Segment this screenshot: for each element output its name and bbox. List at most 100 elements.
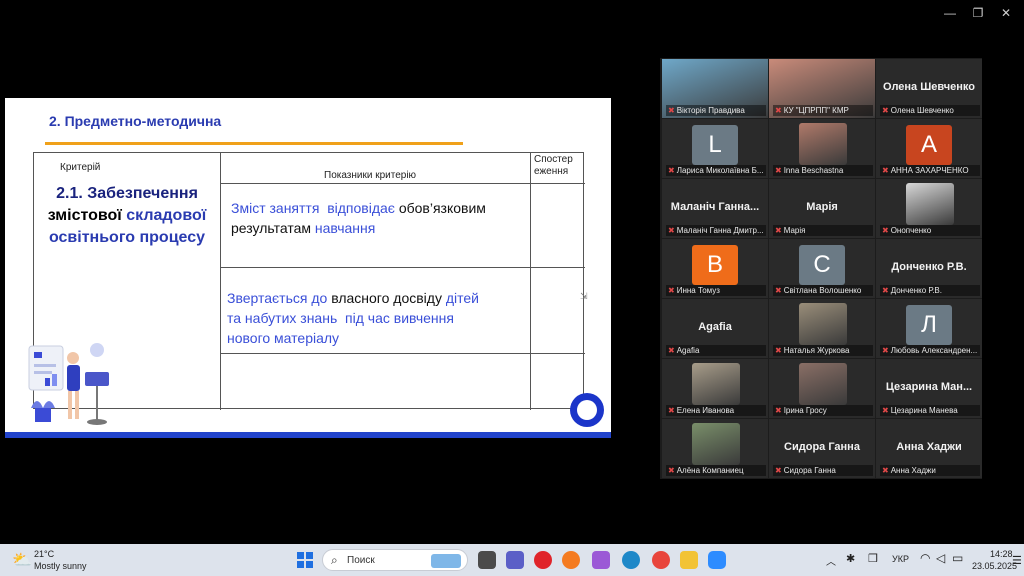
participant-tile[interactable]: Agafia ✖ Agafia	[662, 299, 768, 358]
muted-mic-icon: ✖	[668, 406, 675, 415]
participant-name: Світлана Волошенко	[783, 286, 862, 295]
participant-display-name: Донченко Р.В.	[891, 261, 967, 273]
participant-avatar: C	[799, 245, 845, 285]
participant-tile[interactable]: B ✖ Инна Томуз	[662, 239, 768, 298]
participant-name-label: ✖ Инна Томуз	[666, 285, 766, 296]
screen: — ❐ ✕ 2. Предметно-методична Критерій По…	[0, 0, 1024, 576]
participant-tile[interactable]: A ✖ АННА ЗАХАРЧЕНКО	[876, 119, 982, 178]
criterion-line2b: складової	[126, 207, 207, 224]
table-divider	[221, 353, 585, 354]
start-button[interactable]	[296, 551, 314, 569]
indicator-1: Зміст заняття відповідає обов’язковим ре…	[231, 198, 523, 238]
muted-mic-icon: ✖	[775, 286, 782, 295]
taskbar: ⛅ 21°C Mostly sunny ⌕ Поиск ︿ ✱ ❒ УКР ◠ …	[0, 544, 1024, 576]
minimize-button[interactable]: —	[940, 6, 960, 20]
search-highlight-icon	[431, 554, 461, 568]
edge-icon[interactable]	[622, 551, 640, 569]
participant-tile[interactable]: C ✖ Світлана Волошенко	[769, 239, 875, 298]
participant-name-label: ✖ Алёна Компаниец	[666, 465, 766, 476]
participant-tile[interactable]: ✖ Елена Иванова	[662, 359, 768, 418]
table-divider	[220, 153, 221, 410]
participant-name: Agafia	[676, 346, 700, 355]
clock-time[interactable]: 14:28	[990, 549, 1013, 559]
participant-tile[interactable]: ✖ КУ "ЦПРПП" КМР	[769, 59, 875, 118]
task-view-icon[interactable]	[478, 551, 496, 569]
participant-tile[interactable]: Маланіч Ганна... ✖ Маланіч Ганна Дмитр...	[662, 179, 768, 238]
chrome-icon[interactable]	[652, 551, 670, 569]
participant-name-label: ✖ Inna Beschastna	[773, 165, 873, 176]
participant-name: Inna Beschastna	[783, 166, 844, 175]
participant-name: Елена Иванова	[676, 406, 735, 415]
teacher-illustration-icon	[28, 343, 109, 425]
slide-title: 2. Предметно-методична	[49, 113, 222, 129]
language-indicator[interactable]: УКР	[892, 554, 909, 564]
muted-mic-icon: ✖	[668, 286, 675, 295]
participant-tile[interactable]: Олена Шевченко ✖ Олена Шевченко	[876, 59, 982, 118]
participant-tile[interactable]: ✖ Алёна Компаниец	[662, 419, 768, 478]
participant-name: Любовь Александрен...	[890, 346, 978, 355]
criterion-line1: 2.1. Забезпечення	[56, 185, 198, 202]
participant-video	[799, 303, 847, 345]
weather-status[interactable]: Mostly sunny	[34, 561, 87, 571]
volume-icon[interactable]: ◁	[936, 551, 945, 565]
tray-devices-icon[interactable]: ❒	[868, 552, 878, 565]
tray-app-icon[interactable]: ✱	[846, 552, 855, 565]
participant-name-label: ✖ Наталья Журкова	[773, 345, 873, 356]
participant-tile[interactable]: Анна Хаджи ✖ Анна Хаджи	[876, 419, 982, 478]
weather-temp[interactable]: 21°C	[34, 549, 54, 559]
participant-tile[interactable]: ✖ Inna Beschastna	[769, 119, 875, 178]
participant-tile[interactable]: ✖ Вікторія Правдива	[662, 59, 768, 118]
participant-tile[interactable]: Цезарина Ман... ✖ Цезарина Манева	[876, 359, 982, 418]
teams-icon[interactable]	[506, 551, 524, 569]
participant-tile[interactable]: L ✖ Лариса Миколаївна Б...	[662, 119, 768, 178]
participant-name-label: ✖ Елена Иванова	[666, 405, 766, 416]
participant-name-label: ✖ Сидора Ганна	[773, 465, 873, 476]
participant-name-label: ✖ Анна Хаджи	[880, 465, 980, 476]
windows-icon	[297, 552, 313, 568]
participant-name-label: ✖ Онопченко	[880, 225, 980, 236]
participant-name: Цезарина Манева	[890, 406, 958, 415]
participant-tile[interactable]: Л ✖ Любовь Александрен...	[876, 299, 982, 358]
participant-video	[692, 363, 740, 405]
shared-slide: 2. Предметно-методична Критерій Показник…	[5, 98, 611, 438]
participant-display-name: Олена Шевченко	[883, 81, 975, 93]
participant-tile[interactable]: ✖ Онопченко	[876, 179, 982, 238]
battery-icon[interactable]: ▭	[952, 551, 963, 565]
participant-tile[interactable]: Марія ✖ Марія	[769, 179, 875, 238]
zoom-icon[interactable]	[708, 551, 726, 569]
participant-name: Инна Томуз	[676, 286, 720, 295]
opera-icon[interactable]	[534, 551, 552, 569]
participant-avatar: L	[692, 125, 738, 165]
participant-tile[interactable]: ✖ Наталья Журкова	[769, 299, 875, 358]
participant-tile[interactable]: Сидора Ганна ✖ Сидора Ганна	[769, 419, 875, 478]
wifi-icon[interactable]: ◠	[920, 551, 930, 565]
participant-name-label: ✖ Олена Шевченко	[880, 105, 980, 116]
muted-mic-icon: ✖	[882, 346, 889, 355]
participant-video	[692, 423, 740, 465]
firefox-icon[interactable]	[562, 551, 580, 569]
participant-gallery: ✖ Вікторія Правдива ✖ КУ "ЦПРПП" КМР Олена Ш…	[660, 58, 982, 479]
indicator-2-part: власного досвіду	[331, 290, 442, 306]
taskbar-search[interactable]: ⌕ Поиск	[322, 549, 468, 571]
participant-tile[interactable]: ✖ Ірина Гросу	[769, 359, 875, 418]
participant-name-label: ✖ Марія	[773, 225, 873, 236]
chevron-up-icon[interactable]: ︿	[826, 553, 836, 568]
participant-name: Алёна Компаниец	[676, 466, 744, 475]
indicator-2-part: під час вивчення	[345, 310, 454, 326]
weather-icon[interactable]: ⛅	[12, 550, 32, 570]
file-explorer-icon[interactable]	[680, 551, 698, 569]
participant-tile[interactable]: Донченко Р.В. ✖ Донченко Р.В.	[876, 239, 982, 298]
close-button[interactable]: ✕	[996, 6, 1016, 20]
clock-date[interactable]: 23.05.2025	[972, 561, 1017, 571]
copilot-icon[interactable]	[592, 551, 610, 569]
participant-video	[799, 123, 847, 165]
participant-name-label: ✖ Донченко Р.В.	[880, 285, 980, 296]
notification-icon[interactable]: ☰	[1012, 554, 1022, 567]
muted-mic-icon: ✖	[882, 166, 889, 175]
header-indicators: Показники критерію	[324, 170, 417, 181]
muted-mic-icon: ✖	[882, 286, 889, 295]
participant-name-label: ✖ Agafia	[666, 345, 766, 356]
restore-button[interactable]: ❐	[968, 6, 988, 20]
participant-name: Вікторія Правдива	[676, 106, 745, 115]
participant-name: Сидора Ганна	[783, 466, 836, 475]
